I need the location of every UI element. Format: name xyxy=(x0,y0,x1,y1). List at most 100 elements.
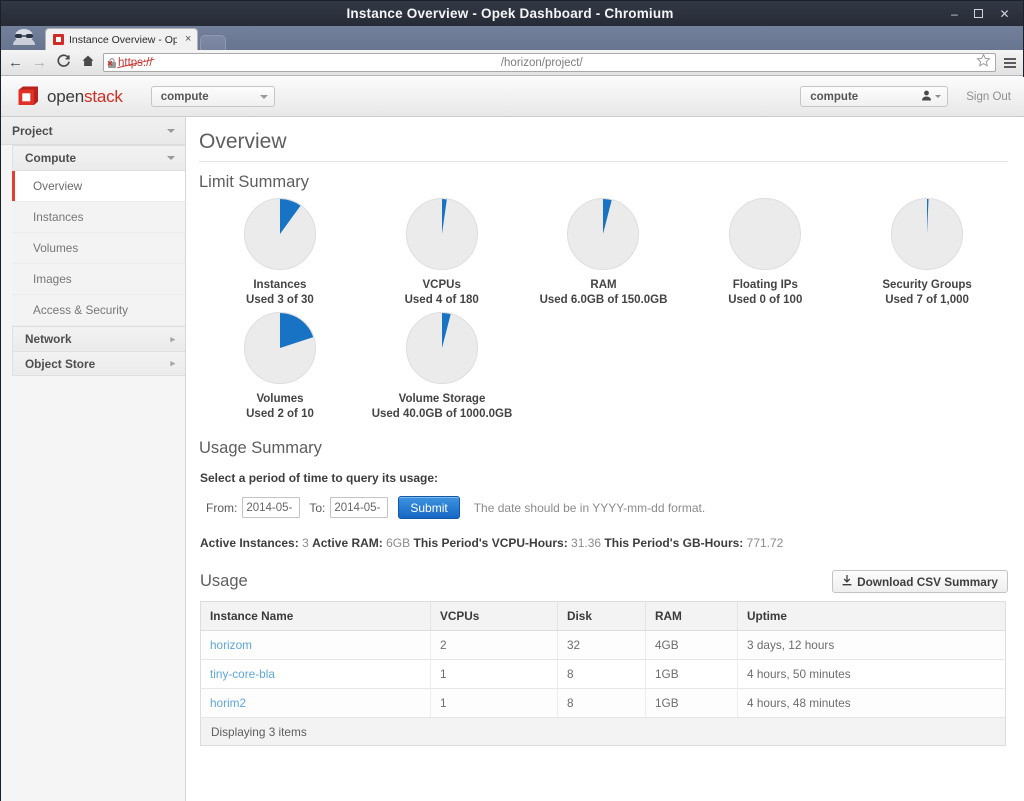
column-header-disk[interactable]: Disk xyxy=(558,602,646,631)
to-date-input[interactable] xyxy=(330,497,388,518)
cell-uptime: 4 hours, 48 minutes xyxy=(738,689,1006,718)
chevron-down-icon xyxy=(260,95,268,99)
reload-icon[interactable] xyxy=(55,54,72,71)
maximize-icon[interactable] xyxy=(974,9,985,18)
pie-title: Volumes xyxy=(246,392,314,407)
tab-strip: Instance Overview - Op × xyxy=(1,26,1023,50)
table-header-row: Instance Name VCPUs Disk RAM Uptime xyxy=(201,602,1006,631)
openstack-cube-icon xyxy=(17,85,40,108)
certificate-warning-icon[interactable]: https:// xyxy=(107,57,154,69)
window-controls: – ✕ xyxy=(949,8,1023,20)
incognito-icon xyxy=(3,28,45,50)
sign-out-link[interactable]: Sign Out xyxy=(966,91,1011,103)
project-selector-label: compute xyxy=(161,91,209,103)
pie-subtitle: Used 7 of 1,000 xyxy=(882,293,971,308)
openstack-header: openstack compute compute xyxy=(1,77,1024,117)
sidebar-item-label: Overview xyxy=(33,179,82,193)
date-range-form: From: To: Submit The date should be in Y… xyxy=(206,496,1008,519)
instance-link[interactable]: horim2 xyxy=(210,696,246,710)
close-icon[interactable]: ✕ xyxy=(999,8,1010,20)
pie-caption: Volume Storage Used 40.0GB of 1000.0GB xyxy=(372,392,513,422)
sidebar-item-label: Instances xyxy=(33,210,84,224)
sidebar-group-network[interactable]: Network ▸ xyxy=(12,326,185,351)
project-selector[interactable]: compute xyxy=(151,86,275,107)
browser-menu-icon[interactable] xyxy=(1003,58,1017,68)
user-menu[interactable]: compute xyxy=(800,86,948,107)
submit-button[interactable]: Submit xyxy=(398,496,459,519)
forward-icon[interactable]: → xyxy=(31,55,48,70)
active-ram-value: 6GB xyxy=(386,536,410,550)
address-bar[interactable]: https:// /horizon/project/ xyxy=(103,53,996,72)
back-icon[interactable]: ← xyxy=(7,55,24,70)
pie-chart xyxy=(891,198,963,270)
sidebar-item-instances[interactable]: Instances xyxy=(12,202,185,233)
cell-disk: 8 xyxy=(558,689,646,718)
sidebar-group-header-compute[interactable]: Compute xyxy=(12,145,185,171)
openstack-logo[interactable]: openstack xyxy=(17,85,123,108)
sidebar-item-volumes[interactable]: Volumes xyxy=(12,233,185,264)
url-scheme: https:// xyxy=(118,57,154,69)
column-header-vcpus[interactable]: VCPUs xyxy=(431,602,558,631)
sidebar-panel-label: Project xyxy=(12,124,53,138)
pie-chart xyxy=(729,198,801,270)
pie-title: VCPUs xyxy=(405,278,479,293)
usage-summary-section: Usage Summary Select a period of time to… xyxy=(199,439,1008,550)
quota-pie-row-1: Instances Used 3 of 30 VCPUs Used 4 of 1… xyxy=(199,198,1008,308)
sidebar-group-label: Network xyxy=(25,332,72,346)
cell-instance-name: horizom xyxy=(201,631,431,660)
pie-subtitle: Used 4 of 180 xyxy=(405,293,479,308)
usage-table-title: Usage xyxy=(200,572,248,591)
from-date-input[interactable] xyxy=(242,497,300,518)
usage-table-header: Usage Download CSV Summary xyxy=(200,570,1008,593)
tab-title: Instance Overview - Op xyxy=(69,34,177,46)
sidebar-item-access-and-security[interactable]: Access & Security xyxy=(12,295,185,326)
pie-subtitle: Used 0 of 100 xyxy=(728,293,802,308)
browser-tab[interactable]: Instance Overview - Op × xyxy=(45,28,198,50)
sidebar-item-label: Volumes xyxy=(33,241,78,255)
minimize-icon[interactable]: – xyxy=(949,8,960,20)
download-csv-label: Download CSV Summary xyxy=(857,575,998,589)
pie-subtitle: Used 6.0GB of 150.0GB xyxy=(540,293,668,308)
url-text: /horizon/project/ xyxy=(154,57,976,69)
pie-caption: Floating IPs Used 0 of 100 xyxy=(728,278,802,308)
new-tab-button[interactable] xyxy=(200,35,226,50)
user-icon xyxy=(921,90,932,104)
tab-close-icon[interactable]: × xyxy=(182,34,191,45)
cell-ram: 4GB xyxy=(646,631,738,660)
quota-chart-ram: RAM Used 6.0GB of 150.0GB xyxy=(523,198,685,308)
cell-vcpus: 2 xyxy=(431,631,558,660)
page-title: Overview xyxy=(199,130,1008,162)
column-header-uptime[interactable]: Uptime xyxy=(738,602,1006,631)
pie-chart xyxy=(406,312,478,384)
cell-instance-name: tiny-core-bla xyxy=(201,660,431,689)
column-header-instance-name[interactable]: Instance Name xyxy=(201,602,431,631)
gb-hours-label: This Period's GB-Hours: xyxy=(604,536,743,550)
cell-vcpus: 1 xyxy=(431,660,558,689)
pie-chart xyxy=(244,312,316,384)
pie-chart xyxy=(244,198,316,270)
instance-link[interactable]: horizom xyxy=(210,638,252,652)
pie-chart xyxy=(406,198,478,270)
quota-chart-security-groups: Security Groups Used 7 of 1,000 xyxy=(846,198,1008,308)
sidebar-item-overview[interactable]: Overview xyxy=(12,171,185,202)
browser-window: Instance Overview - Opek Dashboard - Chr… xyxy=(0,0,1024,801)
instance-link[interactable]: tiny-core-bla xyxy=(210,667,275,681)
pie-title: RAM xyxy=(540,278,668,293)
download-csv-button[interactable]: Download CSV Summary xyxy=(832,570,1008,593)
column-header-ram[interactable]: RAM xyxy=(646,602,738,631)
quota-chart-instances: Instances Used 3 of 30 xyxy=(199,198,361,308)
sidebar: Project Compute Overview Instances xyxy=(1,117,186,801)
table-footer: Displaying 3 items xyxy=(200,718,1006,746)
chevron-right-icon: ▸ xyxy=(170,334,175,345)
bookmark-star-icon[interactable] xyxy=(976,53,991,72)
usage-stats-line: Active Instances: 3 Active RAM: 6GB This… xyxy=(200,536,1008,550)
sidebar-panel-project[interactable]: Project xyxy=(1,117,185,145)
sidebar-group-object-store[interactable]: Object Store ▸ xyxy=(12,351,185,376)
quota-chart-vcpus: VCPUs Used 4 of 180 xyxy=(361,198,523,308)
browser-toolbar: ← → https: xyxy=(1,50,1023,76)
sidebar-item-label: Images xyxy=(33,272,72,286)
pie-caption: VCPUs Used 4 of 180 xyxy=(405,278,479,308)
sidebar-item-images[interactable]: Images xyxy=(12,264,185,295)
pie-caption: Volumes Used 2 of 10 xyxy=(246,392,314,422)
home-icon[interactable] xyxy=(79,54,96,71)
